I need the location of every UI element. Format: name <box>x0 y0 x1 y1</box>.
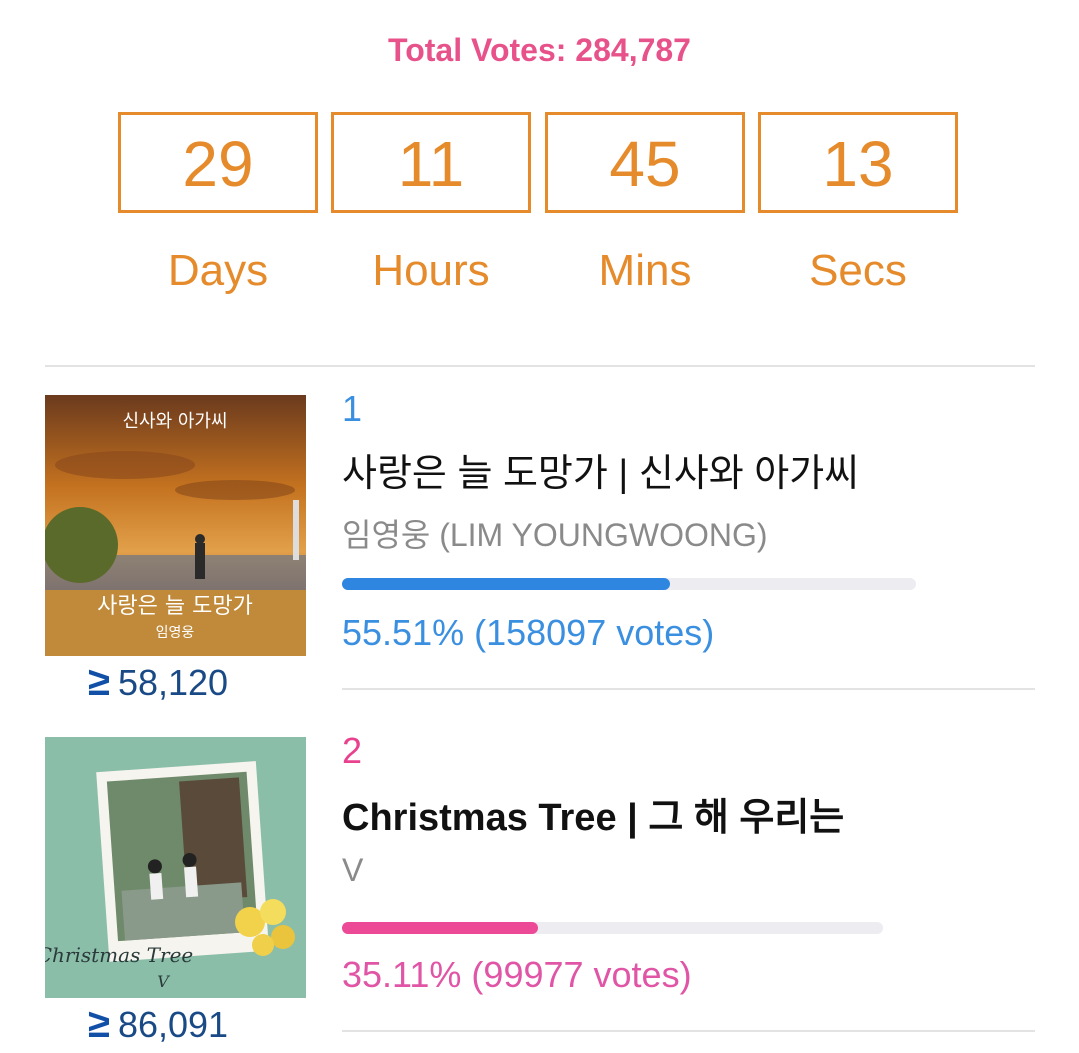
secs-label: Secs <box>809 246 907 295</box>
entry-divider <box>342 688 1035 690</box>
rank-number: 2 <box>342 730 363 771</box>
song-title[interactable]: Christmas Tree | 그 해 우리는 <box>342 786 844 841</box>
secs-box: 13 <box>758 112 958 213</box>
section-divider <box>45 365 1035 367</box>
cover-artist-text: 임영웅 <box>156 625 195 641</box>
vote-progress-fill <box>342 922 538 934</box>
rank-number: 1 <box>342 388 363 429</box>
mins-box: 45 <box>545 112 745 213</box>
days-box: 29 <box>118 112 318 213</box>
mins-label: Mins <box>598 246 692 295</box>
vote-percentage: 55.51% (158097 votes) <box>342 612 715 653</box>
artist-name: V <box>342 852 364 888</box>
entry-divider <box>342 1030 1035 1032</box>
cover-song-text: Christmas Tree <box>45 943 193 967</box>
stream-count-value: 58,120 <box>117 662 229 703</box>
total-votes-value: 284,787 <box>575 32 691 68</box>
artist-name: 임영웅 (LIM YOUNGWOONG) <box>342 517 768 553</box>
days-label: Days <box>167 246 269 295</box>
album-cover-1[interactable]: 신사와 아가씨 사랑은 늘 도망가 임영웅 <box>45 395 306 656</box>
vote-progress-fill <box>342 578 671 590</box>
stream-count-value: 86,091 <box>117 1004 229 1045</box>
hours-label: Hours <box>372 246 490 295</box>
cover-song-text: 사랑은 늘 도망가 <box>97 594 253 619</box>
total-votes: Total Votes: 284,787 <box>0 32 1079 69</box>
vote-progress-bar <box>342 578 916 590</box>
vote-percentage: 35.11% (99977 votes) <box>342 954 692 995</box>
cover-title-text: 신사와 아가씨 <box>122 411 227 432</box>
total-votes-label: Total Votes: <box>388 32 567 68</box>
song-title[interactable]: 사랑은 늘 도망가 | 신사와 아가씨 <box>342 442 859 497</box>
vote-progress-bar <box>342 922 883 934</box>
streaming-arrow-icon: ≥ <box>88 660 110 704</box>
cover-artist-text: V <box>157 972 170 991</box>
album-cover-2[interactable]: Christmas Tree V <box>45 737 306 998</box>
stream-count-1: ≥58,120 <box>88 660 228 705</box>
hours-box: 11 <box>331 112 531 213</box>
stream-count-2: ≥86,091 <box>88 1002 228 1047</box>
streaming-arrow-icon: ≥ <box>88 1002 110 1046</box>
